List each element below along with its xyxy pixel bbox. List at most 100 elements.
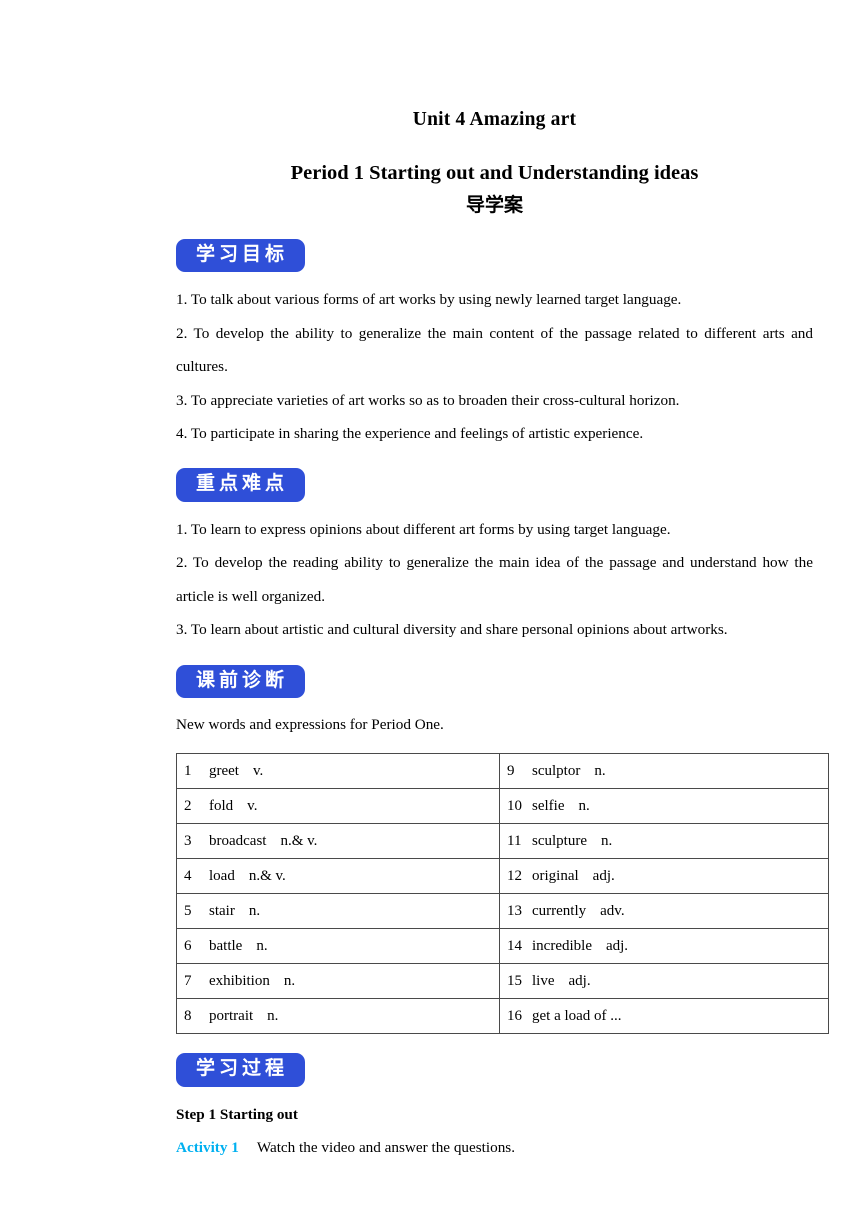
document-subtitle: Period 1 Starting out and Understanding … — [290, 162, 699, 185]
vocabulary-word: battle — [209, 937, 243, 954]
vocabulary-number: 12 — [507, 867, 522, 884]
activity-line: Activity 1 Watch the video and answer the… — [176, 1131, 813, 1165]
vocabulary-word: exhibition — [209, 972, 270, 989]
vocabulary-cell-right: 16 get a load of ... — [499, 997, 829, 1034]
vocabulary-pos: n. — [600, 832, 613, 849]
vocabulary-word: currently — [532, 902, 587, 919]
document-content: Unit 4 Amazing art Period 1 Starting out… — [176, 0, 829, 1165]
vocabulary-number: 1 — [184, 762, 192, 779]
vocabulary-number: 15 — [507, 972, 522, 989]
vocabulary-number: 16 — [507, 1007, 522, 1024]
section-header-objectives: 学习目标 — [176, 238, 813, 273]
vocabulary-pos: v. — [252, 762, 264, 779]
vocabulary-pos: n. — [248, 902, 261, 919]
vocabulary-pos: adj. — [605, 937, 629, 954]
badge-learning-process: 学习过程 — [176, 1052, 306, 1087]
objective-item-1: 1. To talk about various forms of art wo… — [176, 291, 682, 309]
document-page: Unit 4 Amazing art Period 1 Starting out… — [0, 0, 860, 1216]
vocabulary-word: sculptor — [532, 762, 581, 779]
vocabulary-word: portrait — [209, 1007, 254, 1024]
key-point-item-1: 1. To learn to express opinions about di… — [176, 520, 671, 538]
vocabulary-word: sculpture — [532, 832, 587, 849]
vocabulary-cell-left: 6 battle n. — [176, 927, 500, 964]
vocabulary-number: 3 — [184, 832, 192, 849]
vocabulary-number: 9 — [507, 762, 515, 779]
table-row: 1 greet v. 9 sculptor n. — [176, 752, 829, 789]
document-title: Unit 4 Amazing art — [412, 109, 577, 130]
vocabulary-number: 10 — [507, 797, 522, 814]
vocabulary-pos: adv. — [600, 902, 625, 919]
section-header-pre-class: 课前诊断 — [176, 664, 813, 699]
key-point-item-3: 3. To learn about artistic and cultural … — [176, 621, 728, 639]
vocabulary-pos: n. — [594, 762, 606, 779]
table-row: 8 portrait n. 16 get a load of ... — [176, 997, 829, 1034]
vocabulary-pos: n. — [283, 972, 296, 989]
section-header-key-points: 重点难点 — [176, 467, 813, 502]
vocabulary-pos: adj. — [592, 867, 615, 884]
vocabulary-pos: v. — [247, 797, 258, 814]
vocabulary-number: 14 — [507, 937, 522, 954]
step-title: Step 1 Starting out — [176, 1105, 298, 1123]
vocabulary-cell-left: 4 load n.& v. — [176, 857, 500, 894]
vocabulary-number: 2 — [184, 797, 192, 814]
vocabulary-number: 7 — [184, 972, 192, 989]
vocabulary-cell-left: 1 greet v. — [176, 752, 500, 789]
vocabulary-pos: n.& v. — [248, 867, 286, 884]
vocabulary-number: 4 — [184, 867, 192, 884]
table-row: 2 fold v. 10 selfie n. — [176, 787, 829, 824]
vocabulary-pos: n. — [267, 1007, 279, 1024]
vocabulary-pos: n.& v. — [280, 832, 318, 849]
vocabulary-cell-right: 12 original adj. — [499, 857, 829, 894]
vocabulary-word: selfie — [532, 797, 565, 814]
vocabulary-word: greet — [209, 762, 239, 779]
vocabulary-number: 13 — [507, 902, 522, 919]
vocabulary-word: broadcast — [209, 832, 267, 849]
vocabulary-number: 5 — [184, 902, 192, 919]
section-header-learning-process: 学习过程 — [176, 1052, 813, 1087]
badge-objectives: 学习目标 — [176, 238, 306, 273]
table-row: 3 broadcast n.& v. 11 sculpture n. — [176, 822, 829, 859]
vocabulary-word: incredible — [532, 937, 592, 954]
objective-item-4: 4. To participate in sharing the experie… — [176, 425, 644, 443]
key-point-item-2: 2. To develop the reading ability to gen… — [176, 554, 813, 605]
vocabulary-word: load — [209, 867, 235, 884]
vocabulary-cell-left: 2 fold v. — [176, 787, 500, 824]
objective-item-3: 3. To appreciate varieties of art works … — [176, 391, 680, 409]
vocabulary-word: original — [532, 867, 579, 884]
document-subtitle-cn: 导学案 — [465, 193, 523, 216]
vocabulary-table: 1 greet v. 9 sculptor n. 2 fold v. 10 selfie n. 3 bro… — [176, 752, 829, 1034]
vocabulary-table-body: 1 greet v. 9 sculptor n. 2 fold v. 10 selfie n. 3 bro… — [176, 752, 829, 1034]
activity-instruction: Watch the video and answer the questions… — [256, 1139, 516, 1157]
vocabulary-number: 11 — [507, 832, 522, 849]
badge-pre-class: 课前诊断 — [176, 664, 306, 699]
vocabulary-cell-right: 13 currently adv. — [499, 892, 829, 929]
badge-key-points: 重点难点 — [176, 467, 306, 502]
table-row: 5 stair n. 13 currently adv. — [176, 892, 829, 929]
vocabulary-word: fold — [209, 797, 234, 814]
vocabulary-cell-right: 9 sculptor n. — [499, 752, 829, 789]
vocabulary-number: 6 — [184, 937, 192, 954]
vocabulary-pos: adj. — [568, 972, 591, 989]
vocabulary-word: live — [532, 972, 555, 989]
table-row: 6 battle n. 14 incredible adj. — [176, 927, 829, 964]
vocabulary-word: get a load of ... — [532, 1007, 622, 1024]
vocabulary-cell-left: 3 broadcast n.& v. — [176, 822, 500, 859]
vocabulary-cell-left: 7 exhibition n. — [176, 962, 500, 999]
activity-tag: Activity 1 — [176, 1139, 239, 1157]
objective-item-2: 2. To develop the ability to generalize … — [176, 324, 813, 376]
vocabulary-number: 8 — [184, 1007, 192, 1024]
vocabulary-cell-left: 5 stair n. — [176, 892, 500, 929]
vocabulary-cell-left: 8 portrait n. — [176, 997, 500, 1034]
table-row: 4 load n.& v. 12 original adj. — [176, 857, 829, 894]
vocabulary-cell-right: 11 sculpture n. — [499, 822, 829, 859]
vocabulary-word: stair — [209, 902, 235, 919]
vocabulary-intro: New words and expressions for Period One… — [176, 716, 444, 734]
